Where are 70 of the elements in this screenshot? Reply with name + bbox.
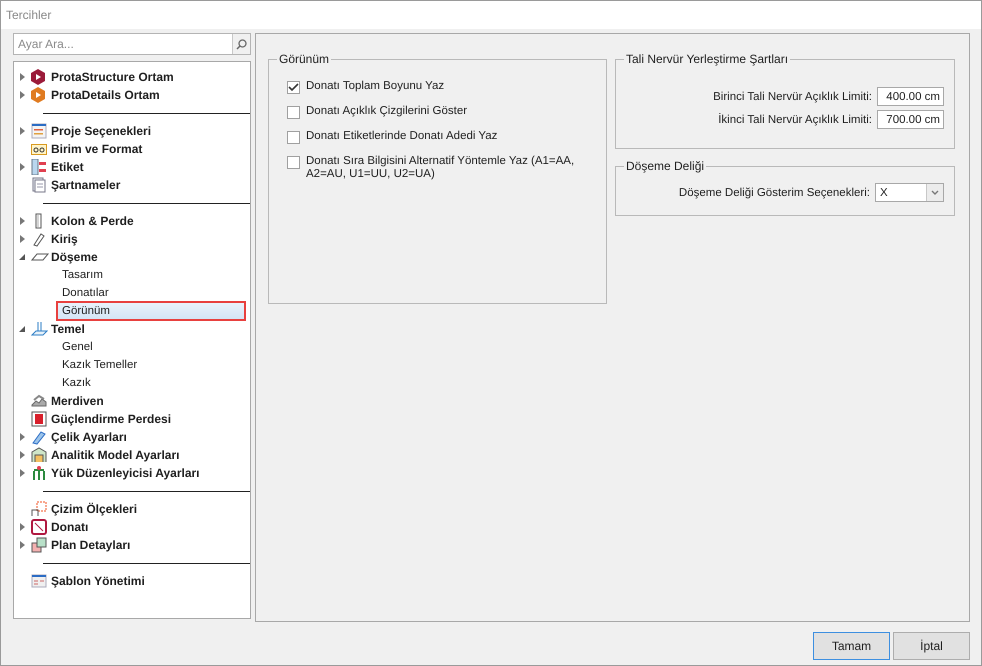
tree-subitem[interactable]: Kazık xyxy=(58,375,244,391)
expanded-arrow-icon[interactable] xyxy=(18,326,26,332)
group-title: Döşeme Deliği xyxy=(625,159,706,173)
tree-item[interactable]: Kolon & Perde xyxy=(51,214,134,228)
tree-item[interactable]: Yük Düzenleyicisi Ayarları xyxy=(51,466,200,480)
tree-subitem[interactable]: Görünüm xyxy=(58,303,244,319)
tree-item[interactable]: Temel xyxy=(51,322,85,336)
search-field[interactable]: Ayar Ara... xyxy=(14,34,232,54)
collapsed-arrow-icon[interactable] xyxy=(20,451,24,459)
search-box[interactable]: Ayar Ara... xyxy=(13,33,251,55)
collapsed-arrow-icon[interactable] xyxy=(20,73,24,81)
tree-item[interactable]: Proje Seçenekleri xyxy=(51,124,152,138)
collapsed-arrow-icon[interactable] xyxy=(20,235,24,243)
tree-item[interactable]: ProtaStructure Ortam xyxy=(51,70,174,84)
window-title: Tercihler xyxy=(1,1,981,29)
tree-item[interactable]: Plan Detayları xyxy=(51,538,130,552)
tree-subitem[interactable]: Genel xyxy=(58,339,244,355)
tree-item[interactable]: Çelik Ayarları xyxy=(51,430,127,444)
input-field[interactable]: 400.00 cm xyxy=(877,87,944,106)
checkbox[interactable] xyxy=(287,131,300,144)
expanded-arrow-icon[interactable] xyxy=(18,254,26,260)
checkbox-label: Donatı Etiketlerinde Donatı Adedi Yaz xyxy=(306,130,498,143)
tree-item[interactable]: Analitik Model Ayarları xyxy=(51,448,180,462)
tree-item[interactable]: Etiket xyxy=(51,160,84,174)
list-icon xyxy=(31,123,47,139)
tree-item[interactable]: Şartnameler xyxy=(51,178,120,192)
tree-item[interactable]: Birim ve Format xyxy=(51,142,142,156)
tree-item[interactable]: Çizim Ölçekleri xyxy=(51,502,138,516)
field-label: Birinci Tali Nervür Açıklık Limiti: xyxy=(713,90,872,102)
plan-icon xyxy=(31,537,47,553)
collapsed-arrow-icon[interactable] xyxy=(20,163,24,171)
beam-icon xyxy=(31,231,47,247)
collapsed-arrow-icon[interactable] xyxy=(20,433,24,441)
collapsed-arrow-icon[interactable] xyxy=(20,469,24,477)
checkbox[interactable] xyxy=(287,156,300,169)
tree-item[interactable]: ProtaDetails Ortam xyxy=(51,88,160,102)
tree-subitem[interactable]: Donatılar xyxy=(58,285,244,301)
dropdown[interactable]: X xyxy=(875,183,944,202)
search-icon[interactable] xyxy=(232,34,250,54)
group-title: Tali Nervür Yerleştirme Şartları xyxy=(625,52,790,66)
tree-item[interactable]: Döşeme xyxy=(51,250,98,264)
input-field[interactable]: 700.00 cm xyxy=(877,110,944,129)
field-label: İkinci Tali Nervür Açıklık Limiti: xyxy=(718,114,872,126)
checkbox[interactable] xyxy=(287,106,300,119)
checkbox[interactable] xyxy=(287,81,300,94)
chevron-down-icon xyxy=(931,190,939,195)
hexagon-icon xyxy=(31,87,45,103)
tree-item[interactable]: Merdiven xyxy=(51,394,104,408)
group-title: Görünüm xyxy=(278,52,330,66)
checkbox-label: Donatı Sıra Bilgisini Alternatif Yöntemle Yaz (A1=AA, A2=AU, U1=UU, U2=UA) xyxy=(306,155,576,181)
collapsed-arrow-icon[interactable] xyxy=(20,523,24,531)
collapsed-arrow-icon[interactable] xyxy=(20,91,24,99)
slab-icon xyxy=(31,253,49,261)
hexagon-icon xyxy=(31,69,45,85)
template-icon xyxy=(31,573,47,589)
tree-subitem[interactable]: Kazık Temeller xyxy=(58,357,244,373)
document-icon xyxy=(31,177,47,193)
dialog-button[interactable]: İptal xyxy=(893,632,970,660)
checkbox-label: Donatı Açıklık Çizgilerini Göster xyxy=(306,105,468,118)
field-label: Döşeme Deliği Gösterim Seçenekleri: xyxy=(678,186,870,198)
tree-item[interactable]: Donatı xyxy=(51,520,88,534)
collapsed-arrow-icon[interactable] xyxy=(20,217,24,225)
collapsed-arrow-icon[interactable] xyxy=(20,541,24,549)
dialog-button[interactable]: Tamam xyxy=(813,632,890,660)
tree-item[interactable]: Kiriş xyxy=(51,232,78,246)
tree-subitem[interactable]: Tasarım xyxy=(58,267,244,283)
collapsed-arrow-icon[interactable] xyxy=(20,127,24,135)
tree-item[interactable]: Güçlendirme Perdesi xyxy=(51,412,172,426)
checkbox-label: Donatı Toplam Boyunu Yaz xyxy=(306,80,446,93)
tree-item[interactable]: Şablon Yönetimi xyxy=(51,574,145,588)
